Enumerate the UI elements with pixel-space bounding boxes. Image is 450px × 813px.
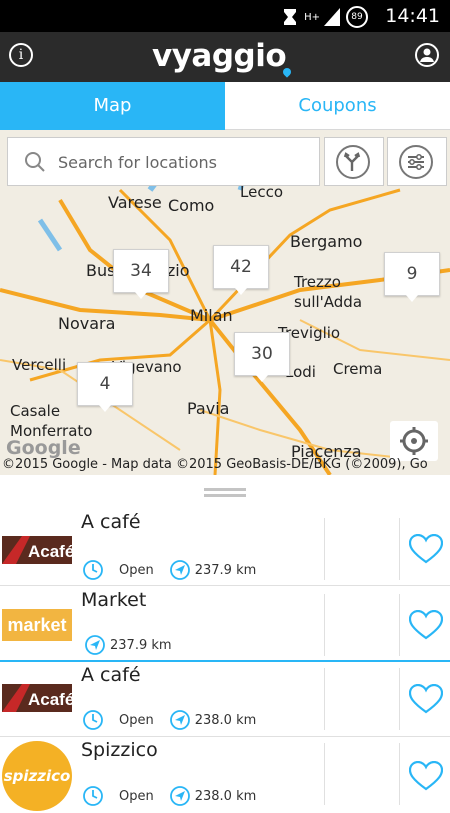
navigation-icon	[169, 786, 190, 806]
list-item[interactable]: spizzico Spizzico Open 238.0 km	[0, 737, 450, 813]
acafe-logo: Acafé	[2, 534, 74, 566]
search-input[interactable]	[56, 148, 310, 176]
navigation-icon	[169, 560, 190, 580]
open-status: Open	[119, 712, 154, 728]
filter-button[interactable]	[387, 137, 447, 186]
tab-map[interactable]: Map	[0, 82, 225, 130]
clock-icon	[83, 710, 103, 730]
account-button[interactable]	[415, 43, 439, 67]
distance-label: 238.0 km	[194, 788, 257, 804]
place-title: A café	[81, 511, 141, 533]
list-item[interactable]: Acafé A café Open 238.0 km	[0, 662, 450, 738]
acafe-logo: Acafé	[2, 682, 74, 714]
market-logo: market	[2, 609, 72, 641]
city-label: Pavia	[187, 399, 230, 418]
logo-text: Acafé	[28, 542, 72, 561]
open-status: Open	[119, 562, 154, 578]
place-title: A café	[81, 664, 141, 686]
distance-label: 237.9 km	[110, 637, 172, 653]
city-label: Novara	[58, 314, 116, 333]
signal-icon	[324, 8, 340, 26]
row-divider	[399, 668, 400, 730]
row-divider	[399, 518, 400, 580]
status-bar: H+ 89 14:41	[0, 0, 450, 32]
my-location-button[interactable]	[390, 421, 438, 461]
navigation-icon	[85, 635, 105, 655]
distance-label: 238.0 km	[194, 712, 257, 728]
battery-indicator: 89	[346, 6, 368, 28]
row-divider	[399, 743, 400, 805]
route-fork-icon	[336, 145, 370, 179]
tab-coupons[interactable]: Coupons	[225, 82, 450, 130]
place-meta: Open 238.0 km	[82, 709, 256, 731]
user-icon	[420, 48, 434, 62]
logo-text: Acafé	[28, 690, 72, 709]
network-type-label: H+	[304, 11, 320, 23]
hourglass-icon	[284, 9, 297, 25]
status-icons: H+ 89	[282, 6, 368, 28]
city-label: Varese	[108, 193, 162, 212]
row-divider	[324, 743, 325, 805]
city-label: Bergamo	[290, 232, 363, 251]
favorite-heart-icon[interactable]	[409, 534, 443, 564]
map-cluster-marker[interactable]: 4	[77, 362, 133, 412]
favorite-heart-icon[interactable]	[409, 610, 443, 640]
map-cluster-marker[interactable]: 30	[234, 332, 290, 382]
map-cluster-marker[interactable]: 42	[213, 245, 269, 295]
place-meta: Open 238.0 km	[82, 785, 256, 807]
favorite-heart-icon[interactable]	[409, 684, 443, 714]
info-button[interactable]: i	[9, 43, 33, 67]
map-cluster-marker[interactable]: 34	[113, 249, 169, 299]
city-label: Casale Monferrato	[10, 402, 93, 440]
map-cluster-marker[interactable]: 9	[384, 252, 440, 302]
city-label: Trezzo sull'Adda	[294, 273, 363, 311]
app-logo: vyaggio	[152, 38, 287, 74]
place-meta: Open 237.9 km	[82, 559, 256, 581]
map-attribution: ©2015 Google - Map data ©2015 GeoBasis-D…	[2, 457, 428, 472]
row-divider	[324, 594, 325, 656]
clock-icon	[83, 560, 103, 580]
city-label: Milan	[190, 306, 233, 325]
row-divider	[324, 668, 325, 730]
navigation-icon	[169, 710, 190, 730]
route-button[interactable]	[324, 137, 384, 186]
clock: 14:41	[385, 5, 440, 27]
list-item[interactable]: market Market 237.9 km	[0, 586, 450, 662]
clock-icon	[83, 786, 103, 806]
row-divider	[399, 594, 400, 656]
place-meta: 237.9 km	[84, 634, 172, 656]
city-label: Crema	[333, 360, 383, 378]
city-label: Como	[168, 196, 215, 215]
app-bar: i vyaggio	[0, 32, 450, 82]
location-search-bar	[7, 137, 320, 186]
city-label: Vercelli	[12, 356, 67, 374]
google-logo: Google	[6, 437, 81, 459]
place-title: Spizzico	[81, 739, 158, 761]
list-item[interactable]: Acafé A café Open 237.9 km	[0, 508, 450, 584]
tab-bar: Map Coupons	[0, 82, 450, 130]
crosshair-icon	[400, 427, 428, 455]
favorite-heart-icon[interactable]	[409, 761, 443, 791]
sliders-icon	[399, 145, 433, 179]
spizzico-logo: spizzico	[2, 741, 72, 811]
distance-label: 237.9 km	[194, 562, 257, 578]
row-divider	[324, 518, 325, 580]
place-title: Market	[81, 589, 147, 611]
open-status: Open	[119, 788, 154, 804]
search-icon	[25, 152, 45, 172]
drag-handle[interactable]	[204, 488, 246, 498]
